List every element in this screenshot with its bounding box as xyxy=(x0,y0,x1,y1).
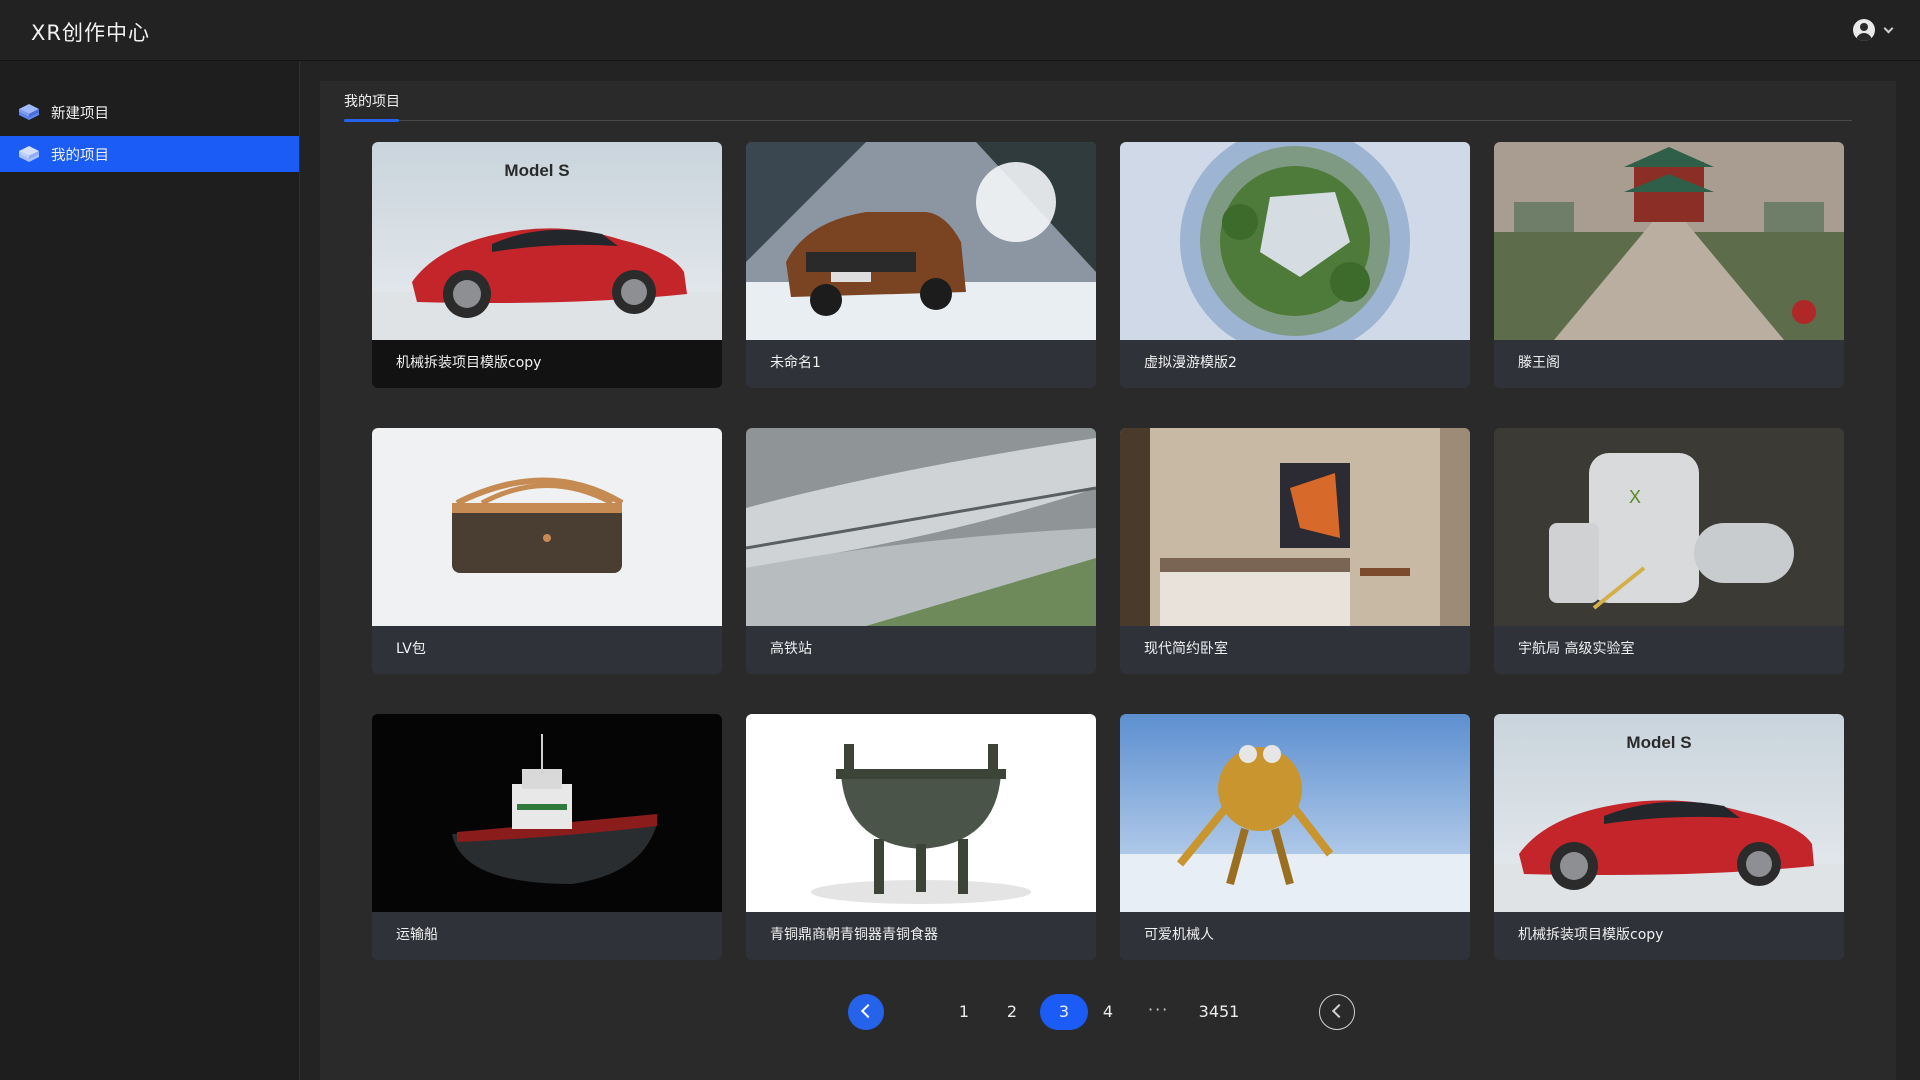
project-title: 滕王阁 xyxy=(1518,355,1560,371)
cube-layers-icon xyxy=(19,146,39,162)
project-thumbnail xyxy=(746,714,1096,912)
tab-active-indicator xyxy=(344,119,399,122)
app-title: XR创作中心 xyxy=(31,21,150,45)
project-title: 可爱机械人 xyxy=(1144,927,1214,943)
page-4-button[interactable]: 4 xyxy=(1098,1002,1118,1021)
project-title: 未命名1 xyxy=(770,355,821,371)
project-thumbnail xyxy=(372,428,722,626)
tab-bar: 我的项目 xyxy=(344,81,1852,122)
project-title: 机械拆装项目模版copy xyxy=(396,355,542,371)
page-3-button[interactable]: 3 xyxy=(1054,1002,1074,1021)
prev-page-button[interactable] xyxy=(848,994,884,1030)
page-ellipsis[interactable]: ··· xyxy=(1148,1000,1169,1019)
project-card[interactable]: X 宇航局 高级实验室 xyxy=(1494,428,1844,674)
sidebar-item-new-project[interactable]: 新建项目 xyxy=(0,94,299,130)
project-thumbnail xyxy=(1120,428,1470,626)
thumb-logo-text: Model S xyxy=(504,161,569,180)
chevron-left-icon xyxy=(1331,1003,1347,1019)
page-1-button[interactable]: 1 xyxy=(954,1002,974,1021)
project-card[interactable]: 虚拟漫游模版2 xyxy=(1120,142,1470,388)
project-card[interactable]: 运输船 xyxy=(372,714,722,960)
project-card[interactable]: 青铜鼎商朝青铜器青铜食器 xyxy=(746,714,1096,960)
project-card[interactable]: 可爱机械人 xyxy=(1120,714,1470,960)
tab-my-projects[interactable]: 我的项目 xyxy=(344,91,400,122)
cube-layers-icon xyxy=(19,104,39,120)
project-thumbnail xyxy=(1120,142,1470,340)
sidebar-item-label: 新建项目 xyxy=(51,106,109,122)
project-title: 虚拟漫游模版2 xyxy=(1144,355,1237,371)
svg-text:X: X xyxy=(1629,487,1641,507)
last-page-button[interactable]: 3451 xyxy=(1196,1002,1242,1021)
user-avatar-icon[interactable] xyxy=(1853,19,1875,41)
project-title: LV包 xyxy=(396,641,426,657)
project-title: 现代简约卧室 xyxy=(1144,641,1228,657)
project-title: 机械拆装项目模版copy xyxy=(1518,927,1664,943)
project-card[interactable]: 未命名1 xyxy=(746,142,1096,388)
pagination: 1 2 3 4 ··· 3451 xyxy=(320,994,1896,1034)
sidebar: 新建项目 我的项目 xyxy=(0,61,300,1080)
sidebar-item-label: 我的项目 xyxy=(51,148,109,164)
page-2-button[interactable]: 2 xyxy=(1002,1002,1022,1021)
project-thumbnail: Model S xyxy=(372,142,722,340)
main-panel: 我的项目 Model S 机械拆装项目模版copy 未命名1 虚拟漫游模版2 滕… xyxy=(320,81,1896,1080)
tab-label: 我的项目 xyxy=(344,94,400,110)
project-card[interactable]: Model S 机械拆装项目模版copy xyxy=(372,142,722,388)
project-title: 宇航局 高级实验室 xyxy=(1518,641,1635,657)
project-thumbnail: Model S xyxy=(1494,714,1844,912)
project-thumbnail xyxy=(1120,714,1470,912)
project-title: 青铜鼎商朝青铜器青铜食器 xyxy=(770,927,938,943)
project-thumbnail xyxy=(372,714,722,912)
project-thumbnail xyxy=(746,142,1096,340)
project-card[interactable]: 现代简约卧室 xyxy=(1120,428,1470,674)
chevron-down-icon[interactable] xyxy=(1883,23,1894,33)
project-card[interactable]: Model S 机械拆装项目模版copy xyxy=(1494,714,1844,960)
project-title: 运输船 xyxy=(396,927,438,943)
chevron-left-icon xyxy=(860,1003,876,1019)
project-title: 高铁站 xyxy=(770,641,812,657)
thumb-logo-text: Model S xyxy=(1626,733,1691,752)
project-thumbnail: X xyxy=(1494,428,1844,626)
project-thumbnail xyxy=(746,428,1096,626)
project-thumbnail xyxy=(1494,142,1844,340)
user-menu[interactable] xyxy=(1853,19,1894,41)
sidebar-item-my-projects[interactable]: 我的项目 xyxy=(0,136,299,172)
project-card[interactable]: 滕王阁 xyxy=(1494,142,1844,388)
top-bar: XR创作中心 xyxy=(0,0,1920,61)
next-page-button[interactable] xyxy=(1319,994,1355,1030)
project-card[interactable]: 高铁站 xyxy=(746,428,1096,674)
project-card[interactable]: LV包 xyxy=(372,428,722,674)
